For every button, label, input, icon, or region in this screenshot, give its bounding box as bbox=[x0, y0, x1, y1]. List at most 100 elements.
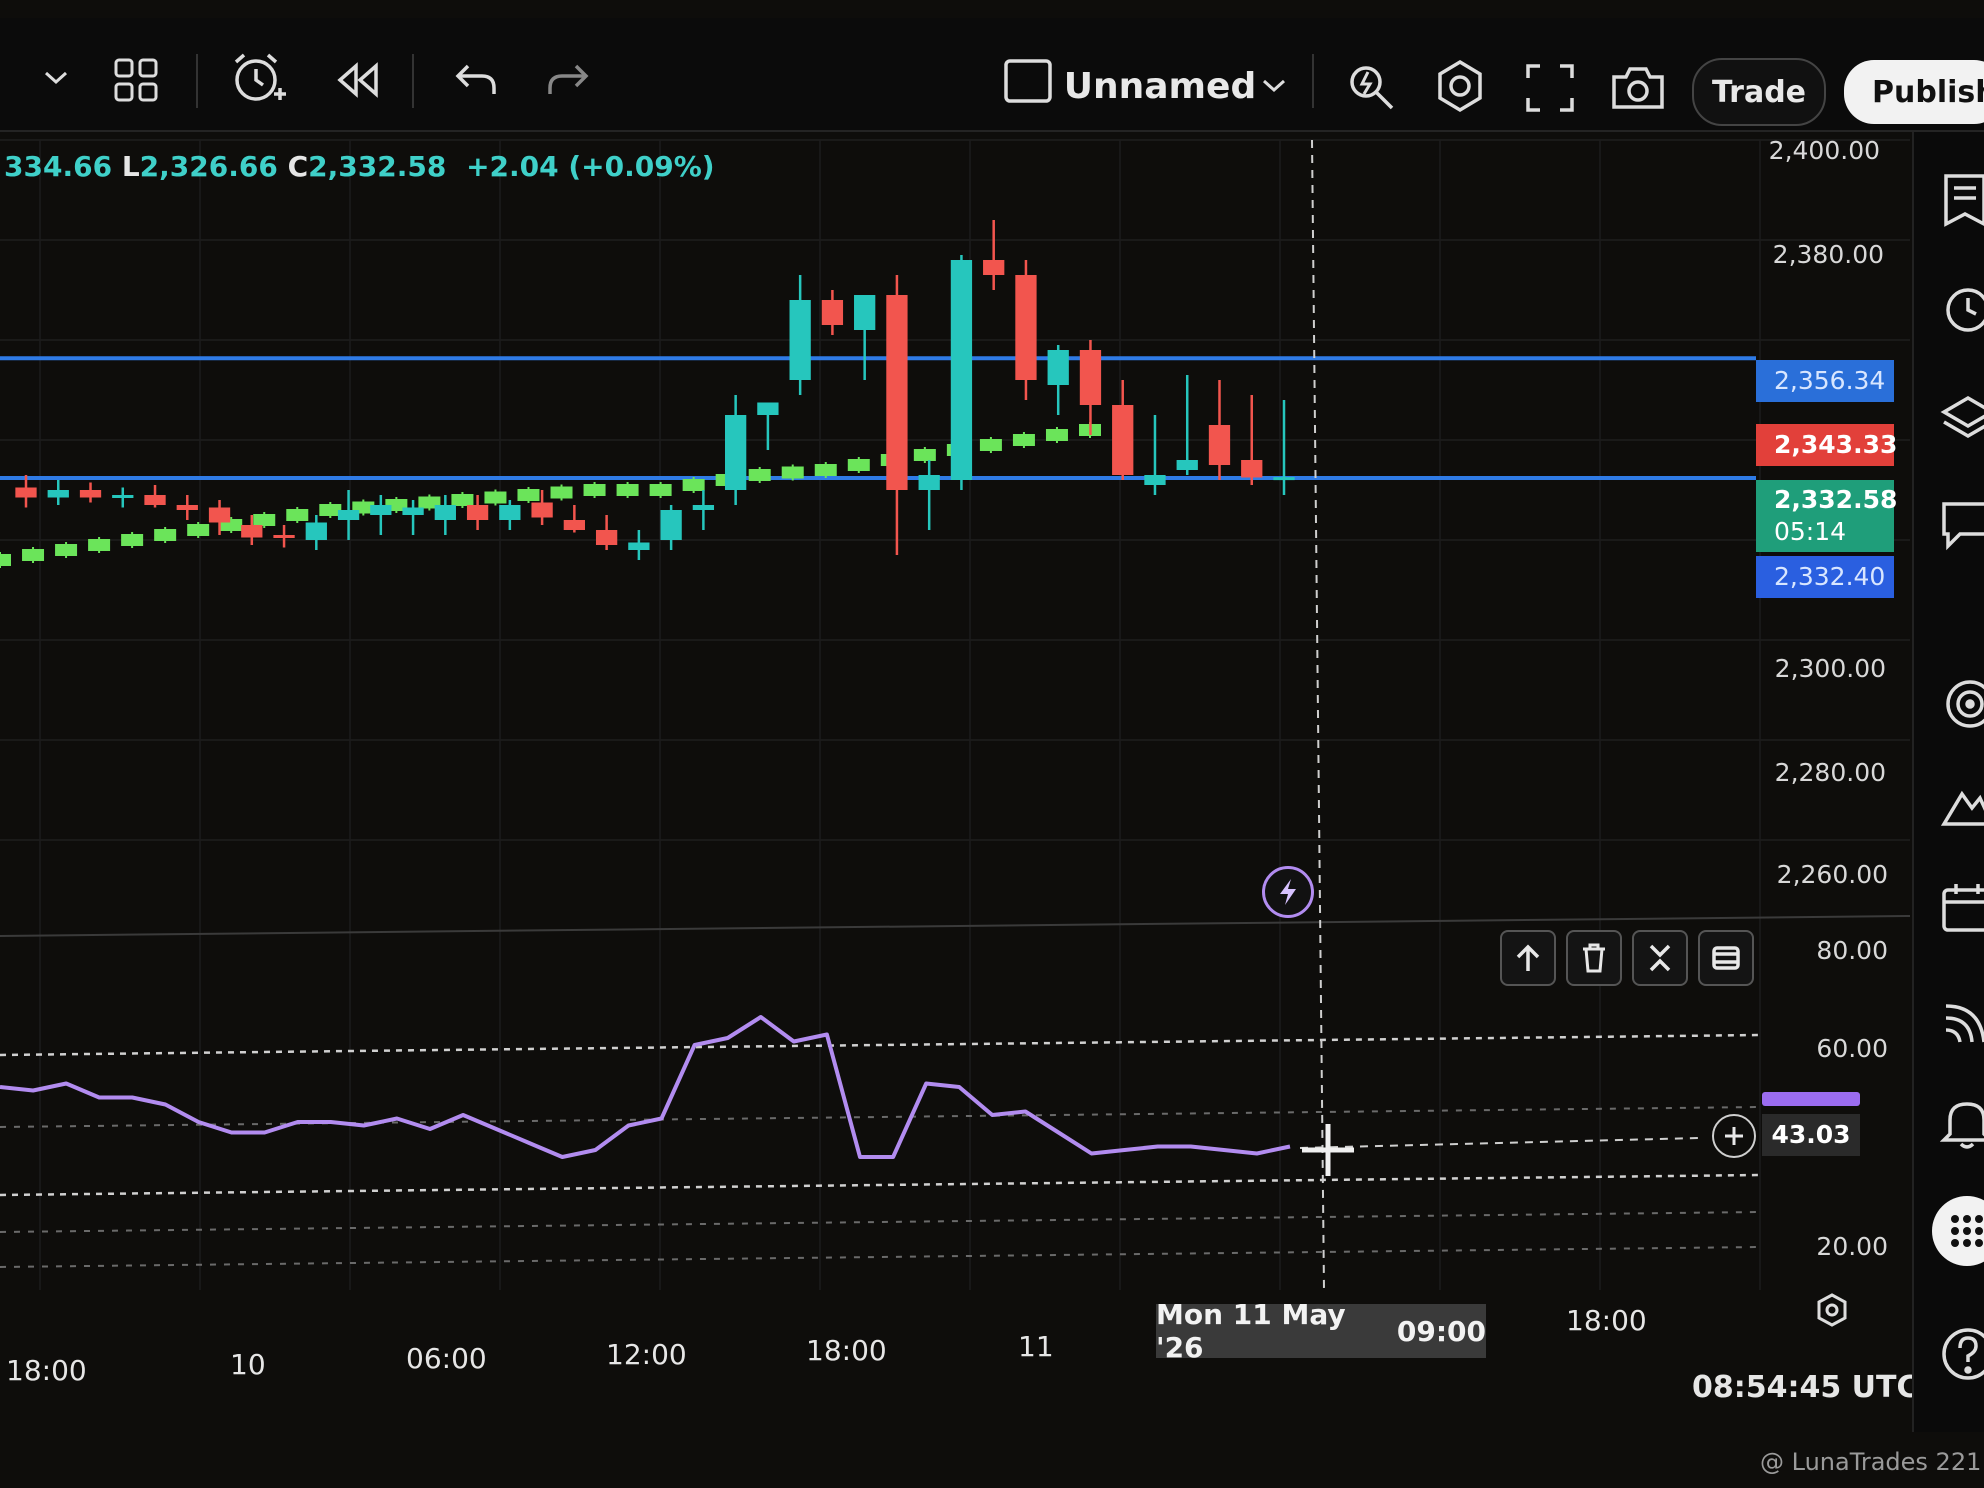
ma-marker bbox=[451, 494, 474, 506]
help-icon[interactable] bbox=[1938, 1326, 1984, 1380]
hline-price-badge-red[interactable]: 2,343.33 bbox=[1756, 424, 1897, 466]
ma-marker bbox=[484, 491, 507, 504]
time-axis-label: 18:00 bbox=[806, 1334, 887, 1367]
price-axis-label: 2,400.00 bbox=[1768, 136, 1880, 165]
rsi-line bbox=[0, 1015, 1291, 1159]
pane-settings-icon[interactable] bbox=[1814, 1292, 1854, 1332]
ma-marker bbox=[517, 489, 540, 501]
collapse-pane-button[interactable] bbox=[1632, 930, 1688, 986]
time-axis-label: 11 bbox=[1018, 1330, 1054, 1363]
rsi-level-line bbox=[0, 1173, 1761, 1197]
candle-body bbox=[886, 295, 908, 490]
pane-separator[interactable] bbox=[0, 915, 1911, 937]
ma-marker bbox=[814, 464, 837, 476]
candle-body bbox=[563, 520, 586, 530]
time-axis-label: 12:00 bbox=[606, 1338, 687, 1371]
ma-marker bbox=[847, 459, 870, 471]
candle-body bbox=[176, 505, 198, 510]
ma-marker bbox=[1012, 434, 1035, 446]
ma-marker bbox=[649, 484, 672, 496]
candle-body bbox=[47, 490, 69, 498]
ma-marker bbox=[913, 449, 936, 461]
candle-body bbox=[1273, 477, 1295, 481]
chat-icon[interactable] bbox=[1940, 498, 1984, 552]
legend-low-key: L bbox=[121, 150, 140, 183]
candle-body bbox=[1176, 460, 1198, 470]
ma-marker bbox=[682, 479, 705, 491]
rsi-axis-label: 80.00 bbox=[1816, 936, 1888, 965]
ma-marker bbox=[286, 509, 309, 521]
legend-low: 2,326.66 bbox=[139, 150, 278, 183]
candle-body bbox=[434, 505, 456, 520]
price-axis-label: 2,380.00 bbox=[1772, 240, 1884, 269]
candle-body bbox=[15, 487, 37, 498]
legend-close: 2,332.58 bbox=[308, 150, 447, 183]
candle-body bbox=[370, 505, 392, 515]
calendar-icon[interactable] bbox=[1940, 880, 1984, 934]
rsi-polyline bbox=[0, 1015, 1291, 1159]
ma-marker bbox=[583, 484, 606, 496]
rsi-axis-label: 20.00 bbox=[1816, 1232, 1888, 1261]
candle-body bbox=[854, 295, 876, 330]
candle-body bbox=[1144, 475, 1166, 485]
lightning-alert-icon[interactable] bbox=[1262, 866, 1314, 918]
ma-marker bbox=[55, 544, 78, 556]
legend-close-key: C bbox=[287, 150, 309, 183]
notifications-bell-icon[interactable] bbox=[1939, 1094, 1984, 1149]
hline-price-badge[interactable]: 2,332.40 bbox=[1756, 556, 1894, 598]
chart-canvas[interactable] bbox=[0, 0, 1984, 1488]
candle-body bbox=[724, 415, 747, 490]
candle-body bbox=[208, 507, 231, 523]
ma-marker bbox=[781, 466, 804, 479]
ma-marker bbox=[88, 539, 111, 551]
time-axis-label: 10 bbox=[230, 1348, 266, 1381]
ma-marker bbox=[979, 439, 1002, 451]
candle-body bbox=[1015, 275, 1037, 380]
target-icon[interactable] bbox=[1940, 676, 1984, 730]
candlestick-series bbox=[15, 220, 1295, 560]
candle-body bbox=[79, 490, 102, 498]
add-alert-plus-button[interactable] bbox=[1712, 1114, 1756, 1158]
utc-clock[interactable]: 08:54:45 UTC bbox=[1692, 1370, 1919, 1405]
price-axis-label: 2,300.00 bbox=[1774, 654, 1886, 683]
ohlc-legend: 334.66 L2,326.66 C2,332.58 +2.04 (+0.09%… bbox=[4, 150, 715, 183]
price-axis-label: 2,260.00 bbox=[1776, 860, 1888, 889]
maximize-pane-button[interactable] bbox=[1698, 930, 1754, 986]
crosshair-value-badge: 43.03 bbox=[1762, 1114, 1860, 1156]
ma-marker bbox=[1045, 429, 1068, 441]
rsi-axis-label: 60.00 bbox=[1816, 1034, 1888, 1063]
layers-icon[interactable] bbox=[1940, 390, 1984, 444]
current-price-badge[interactable]: 2,332.58 05:14 bbox=[1756, 480, 1897, 552]
time-axis-label: 18:00 bbox=[6, 1354, 87, 1387]
crosshair-date: Mon 11 May '26 bbox=[1156, 1298, 1346, 1364]
candle-body bbox=[273, 535, 295, 538]
time-axis-label: 06:00 bbox=[406, 1342, 487, 1375]
watchlist-icon[interactable] bbox=[1940, 172, 1984, 227]
candle-body bbox=[918, 475, 940, 490]
candle-body bbox=[950, 260, 973, 480]
candle-body bbox=[983, 260, 1005, 275]
legend-change: +2.04 (+0.09%) bbox=[466, 150, 715, 183]
candle-body bbox=[1208, 425, 1231, 465]
candle-body bbox=[1112, 405, 1134, 475]
candle-body bbox=[531, 502, 553, 518]
ma-marker bbox=[154, 529, 177, 541]
candle-body bbox=[305, 522, 327, 540]
ideas-icon[interactable] bbox=[1940, 776, 1984, 830]
ma-marker bbox=[748, 469, 771, 481]
delete-pane-button[interactable] bbox=[1566, 930, 1622, 986]
crosshair-time: 09:00 bbox=[1396, 1314, 1486, 1348]
candle-body bbox=[337, 510, 360, 520]
candle-body bbox=[660, 510, 682, 540]
move-pane-up-button[interactable] bbox=[1500, 930, 1556, 986]
horizontal-lines bbox=[0, 356, 1756, 480]
streams-icon[interactable] bbox=[1940, 994, 1984, 1048]
candle-body bbox=[628, 542, 650, 550]
legend-high: 334.66 bbox=[4, 150, 113, 183]
apps-grid-icon[interactable] bbox=[1932, 1196, 1984, 1266]
candle-body bbox=[499, 505, 521, 520]
hline-price-badge[interactable]: 2,356.34 bbox=[1756, 360, 1894, 402]
candle-body bbox=[241, 525, 263, 538]
alerts-clock-icon[interactable] bbox=[1940, 280, 1984, 334]
price-axis-label: 2,280.00 bbox=[1774, 758, 1886, 787]
